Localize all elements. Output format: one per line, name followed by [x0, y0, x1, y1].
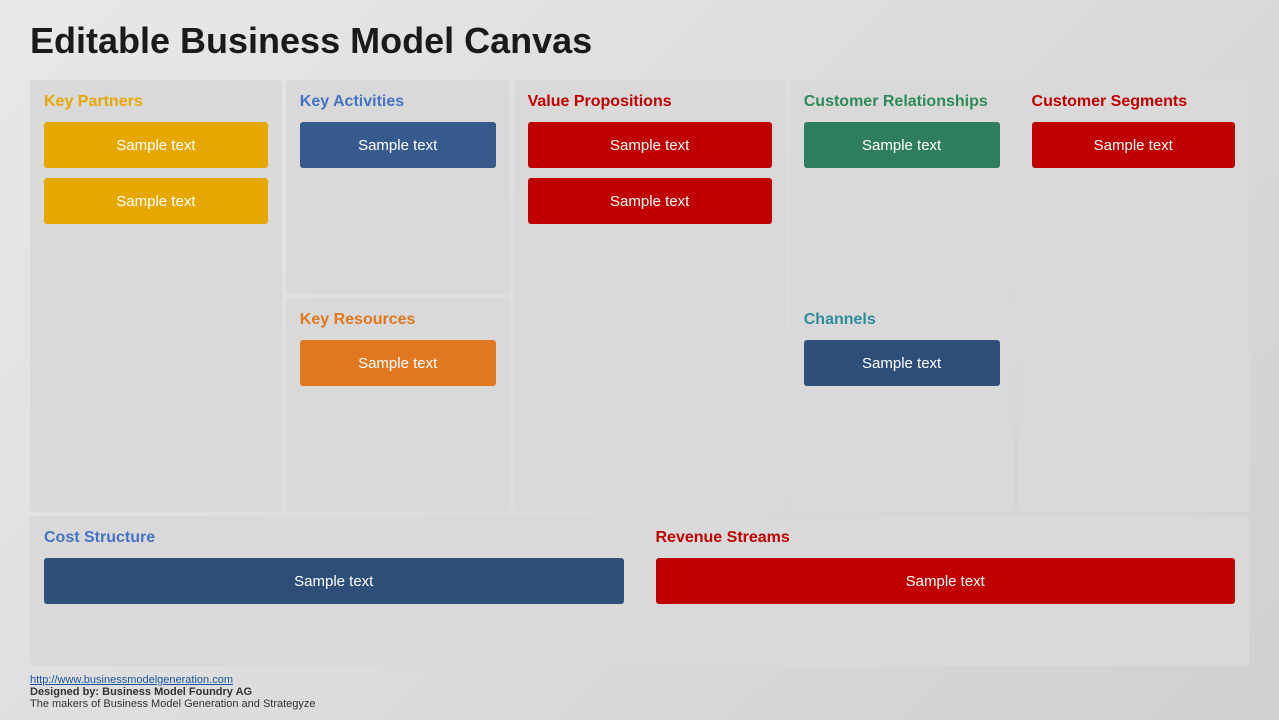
key-partners-title: Key Partners	[44, 92, 268, 112]
customer-relationships-btn-1[interactable]: Sample text	[804, 122, 1000, 168]
cost-structure-title: Cost Structure	[44, 528, 624, 548]
customer-segments-btn-1[interactable]: Sample text	[1032, 122, 1235, 168]
cell-customer-segments: Customer Segments Sample text	[1018, 80, 1249, 512]
footer-link[interactable]: http://www.businessmodelgeneration.com	[30, 674, 233, 686]
cell-activities-resources: Key Activities Sample text Key Resources…	[286, 80, 510, 512]
cell-value-propositions: Value Propositions Sample text Sample te…	[514, 80, 786, 512]
canvas-container: Key Partners Sample text Sample text Key…	[30, 80, 1249, 666]
revenue-streams-title: Revenue Streams	[656, 528, 1236, 548]
channels-title: Channels	[804, 310, 1000, 330]
canvas-top: Key Partners Sample text Sample text Key…	[30, 80, 1249, 512]
key-resources-title: Key Resources	[300, 310, 496, 330]
cell-key-resources: Key Resources Sample text	[286, 298, 510, 512]
footer-designed: Designed by: Business Model Foundry AG	[30, 686, 252, 698]
key-activities-title: Key Activities	[300, 92, 496, 112]
cell-cr-channels: Customer Relationships Sample text Chann…	[790, 80, 1014, 512]
key-partners-btn-1[interactable]: Sample text	[44, 122, 268, 168]
customer-relationships-title: Customer Relationships	[804, 92, 1000, 112]
value-propositions-btn-1[interactable]: Sample text	[528, 122, 772, 168]
revenue-streams-btn-1[interactable]: Sample text	[656, 558, 1236, 604]
channels-btn-1[interactable]: Sample text	[804, 340, 1000, 386]
key-partners-btn-2[interactable]: Sample text	[44, 178, 268, 224]
canvas-bottom: Cost Structure Sample text Revenue Strea…	[30, 516, 1249, 666]
value-propositions-btn-2[interactable]: Sample text	[528, 178, 772, 224]
footer-makers: The makers of Business Model Generation …	[30, 698, 316, 710]
cell-channels: Channels Sample text	[790, 298, 1014, 512]
cost-structure-btn-1[interactable]: Sample text	[44, 558, 624, 604]
cell-customer-relationships: Customer Relationships Sample text	[790, 80, 1014, 294]
cell-key-partners: Key Partners Sample text Sample text	[30, 80, 282, 512]
footer: http://www.businessmodelgeneration.com D…	[30, 674, 1249, 710]
value-propositions-title: Value Propositions	[528, 92, 772, 112]
cell-cost-structure: Cost Structure Sample text	[30, 516, 638, 666]
page-title: Editable Business Model Canvas	[30, 20, 1249, 62]
key-resources-btn-1[interactable]: Sample text	[300, 340, 496, 386]
customer-segments-title: Customer Segments	[1032, 92, 1235, 112]
cell-revenue-streams: Revenue Streams Sample text	[642, 516, 1250, 666]
key-activities-btn-1[interactable]: Sample text	[300, 122, 496, 168]
cell-key-activities: Key Activities Sample text	[286, 80, 510, 294]
